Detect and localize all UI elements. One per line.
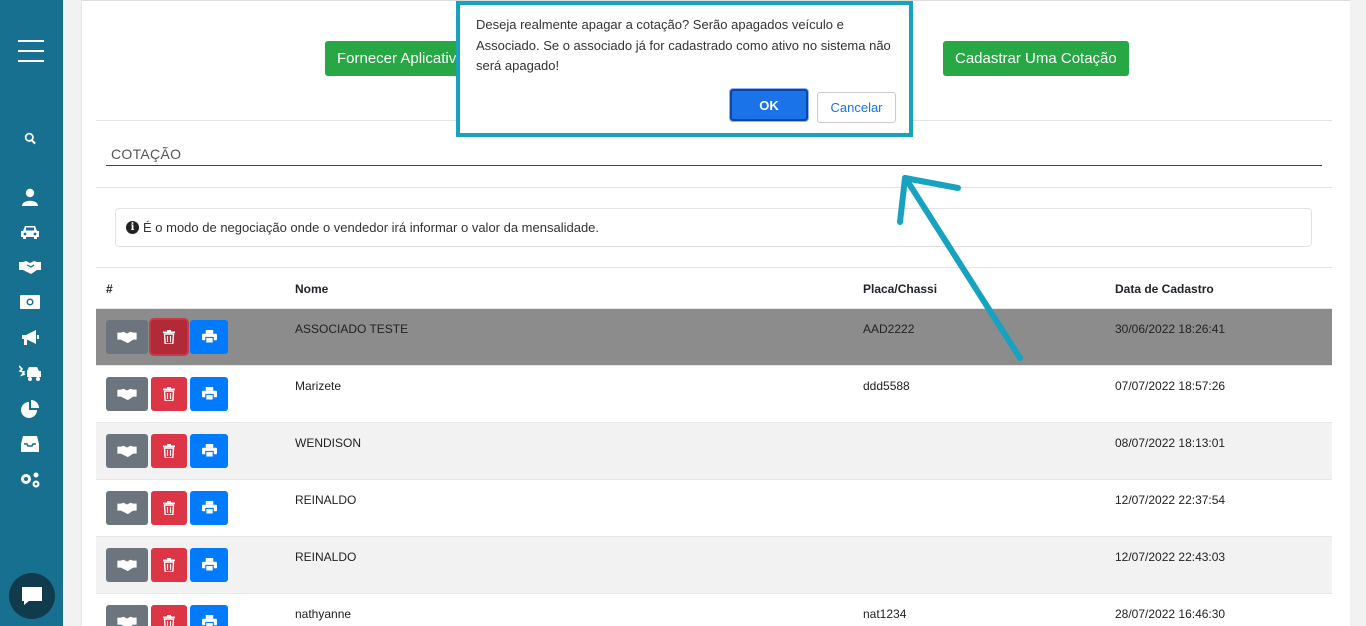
negotiate-button[interactable] <box>106 377 148 411</box>
sidebar <box>0 0 63 626</box>
cell-nome: REINALDO <box>295 550 357 564</box>
cadastrar-cotacao-button[interactable]: Cadastrar Uma Cotação <box>943 41 1129 76</box>
money-icon[interactable] <box>18 290 42 314</box>
print-icon <box>201 558 217 572</box>
confirm-dialog: Deseja realmente apagar a cotação? Serão… <box>456 1 913 137</box>
trash-icon <box>163 615 175 626</box>
print-button[interactable] <box>190 434 228 468</box>
delete-button[interactable] <box>151 434 187 468</box>
megaphone-icon[interactable] <box>18 326 42 350</box>
column-header-placa[interactable]: Placa/Chassi <box>863 282 937 296</box>
handshake-icon <box>117 501 137 515</box>
trash-icon <box>163 501 175 515</box>
cell-data: 07/07/2022 18:57:26 <box>1115 379 1226 393</box>
negotiate-button[interactable] <box>106 491 148 525</box>
table-header: # Nome Placa/Chassi Data de Cadastro <box>96 267 1332 308</box>
table-row: REINALDO 12/07/2022 22:37:54 <box>96 479 1332 536</box>
cell-data: 28/07/2022 16:46:30 <box>1115 607 1226 621</box>
negotiate-button[interactable] <box>106 434 148 468</box>
cancel-button[interactable]: Cancelar <box>817 92 896 123</box>
cell-nome: WENDISON <box>295 436 361 450</box>
handshake-icon <box>117 387 137 401</box>
car-crash-icon[interactable] <box>18 361 42 385</box>
info-icon: i <box>126 221 139 234</box>
print-icon <box>201 615 217 626</box>
delete-button[interactable] <box>151 605 187 626</box>
print-icon <box>201 387 217 401</box>
column-header-nome[interactable]: Nome <box>295 282 328 296</box>
cogs-icon[interactable] <box>18 468 42 492</box>
table-row: ASSOCIADO TESTE AAD2222 30/06/2022 18:26:4… <box>96 308 1332 365</box>
column-header-data[interactable]: Data de Cadastro <box>1115 282 1214 296</box>
cell-placa: AAD2222 <box>863 322 915 336</box>
trash-icon <box>163 558 175 572</box>
print-icon <box>201 501 217 515</box>
cell-placa: nat1234 <box>863 607 907 621</box>
negotiate-button[interactable] <box>106 320 148 354</box>
delete-button[interactable] <box>151 491 187 525</box>
handshake-icon <box>117 615 137 626</box>
delete-button[interactable] <box>151 320 187 354</box>
table-row: WENDISON 08/07/2022 18:13:01 <box>96 422 1332 479</box>
cell-nome: Marizete <box>295 379 342 393</box>
trash-icon <box>163 444 175 458</box>
cell-nome: REINALDO <box>295 493 357 507</box>
car-icon[interactable] <box>18 220 42 244</box>
table-row: nathyanne nat1234 28/07/2022 16:46:30 <box>96 593 1332 626</box>
print-button[interactable] <box>190 320 228 354</box>
ok-button[interactable]: OK <box>730 89 808 121</box>
cell-data: 30/06/2022 18:26:41 <box>1115 322 1226 336</box>
delete-button[interactable] <box>151 377 187 411</box>
print-icon <box>201 330 217 344</box>
delete-button[interactable] <box>151 548 187 582</box>
negotiate-button[interactable] <box>106 548 148 582</box>
cell-nome: ASSOCIADO TESTE <box>295 322 409 336</box>
handshake-icon[interactable] <box>18 255 42 279</box>
print-button[interactable] <box>190 605 228 626</box>
section-title: COTAÇÃO <box>111 146 182 162</box>
print-button[interactable] <box>190 548 228 582</box>
trash-icon <box>163 387 175 401</box>
table-row: REINALDO 12/07/2022 22:43:03 <box>96 536 1332 593</box>
trash-icon <box>163 330 175 344</box>
search-icon[interactable] <box>18 126 42 150</box>
column-header-hash: # <box>106 282 113 296</box>
handshake-icon <box>117 444 137 458</box>
negotiate-button[interactable] <box>106 605 148 626</box>
cell-nome: nathyanne <box>295 607 352 621</box>
section-underline <box>106 165 1322 166</box>
main-panel: Fornecer Aplicativo Cadastrar Uma Cotaçã… <box>81 0 1350 626</box>
fornecer-aplicativo-button[interactable]: Fornecer Aplicativo <box>325 41 477 76</box>
handshake-icon <box>117 558 137 572</box>
user-icon[interactable] <box>18 185 42 209</box>
chat-icon <box>22 587 42 605</box>
cell-data: 12/07/2022 22:43:03 <box>1115 550 1226 564</box>
table-row: Marizete ddd5588 07/07/2022 18:57:26 <box>96 365 1332 422</box>
inbox-icon[interactable] <box>18 432 42 456</box>
cell-data: 08/07/2022 18:13:01 <box>1115 436 1226 450</box>
info-text: É o modo de negociação onde o vendedor i… <box>143 220 600 235</box>
print-icon <box>201 444 217 458</box>
cell-placa: ddd5588 <box>863 379 910 393</box>
info-box: i É o modo de negociação onde o vendedor… <box>115 208 1312 247</box>
cell-data: 12/07/2022 22:37:54 <box>1115 493 1226 507</box>
hamburger-icon[interactable] <box>18 40 44 62</box>
handshake-icon <box>117 330 137 344</box>
print-button[interactable] <box>190 491 228 525</box>
divider <box>96 187 1332 188</box>
dialog-message: Deseja realmente apagar a cotação? Serão… <box>476 17 891 73</box>
chat-button[interactable] <box>9 573 55 619</box>
pie-chart-icon[interactable] <box>18 397 42 421</box>
print-button[interactable] <box>190 377 228 411</box>
